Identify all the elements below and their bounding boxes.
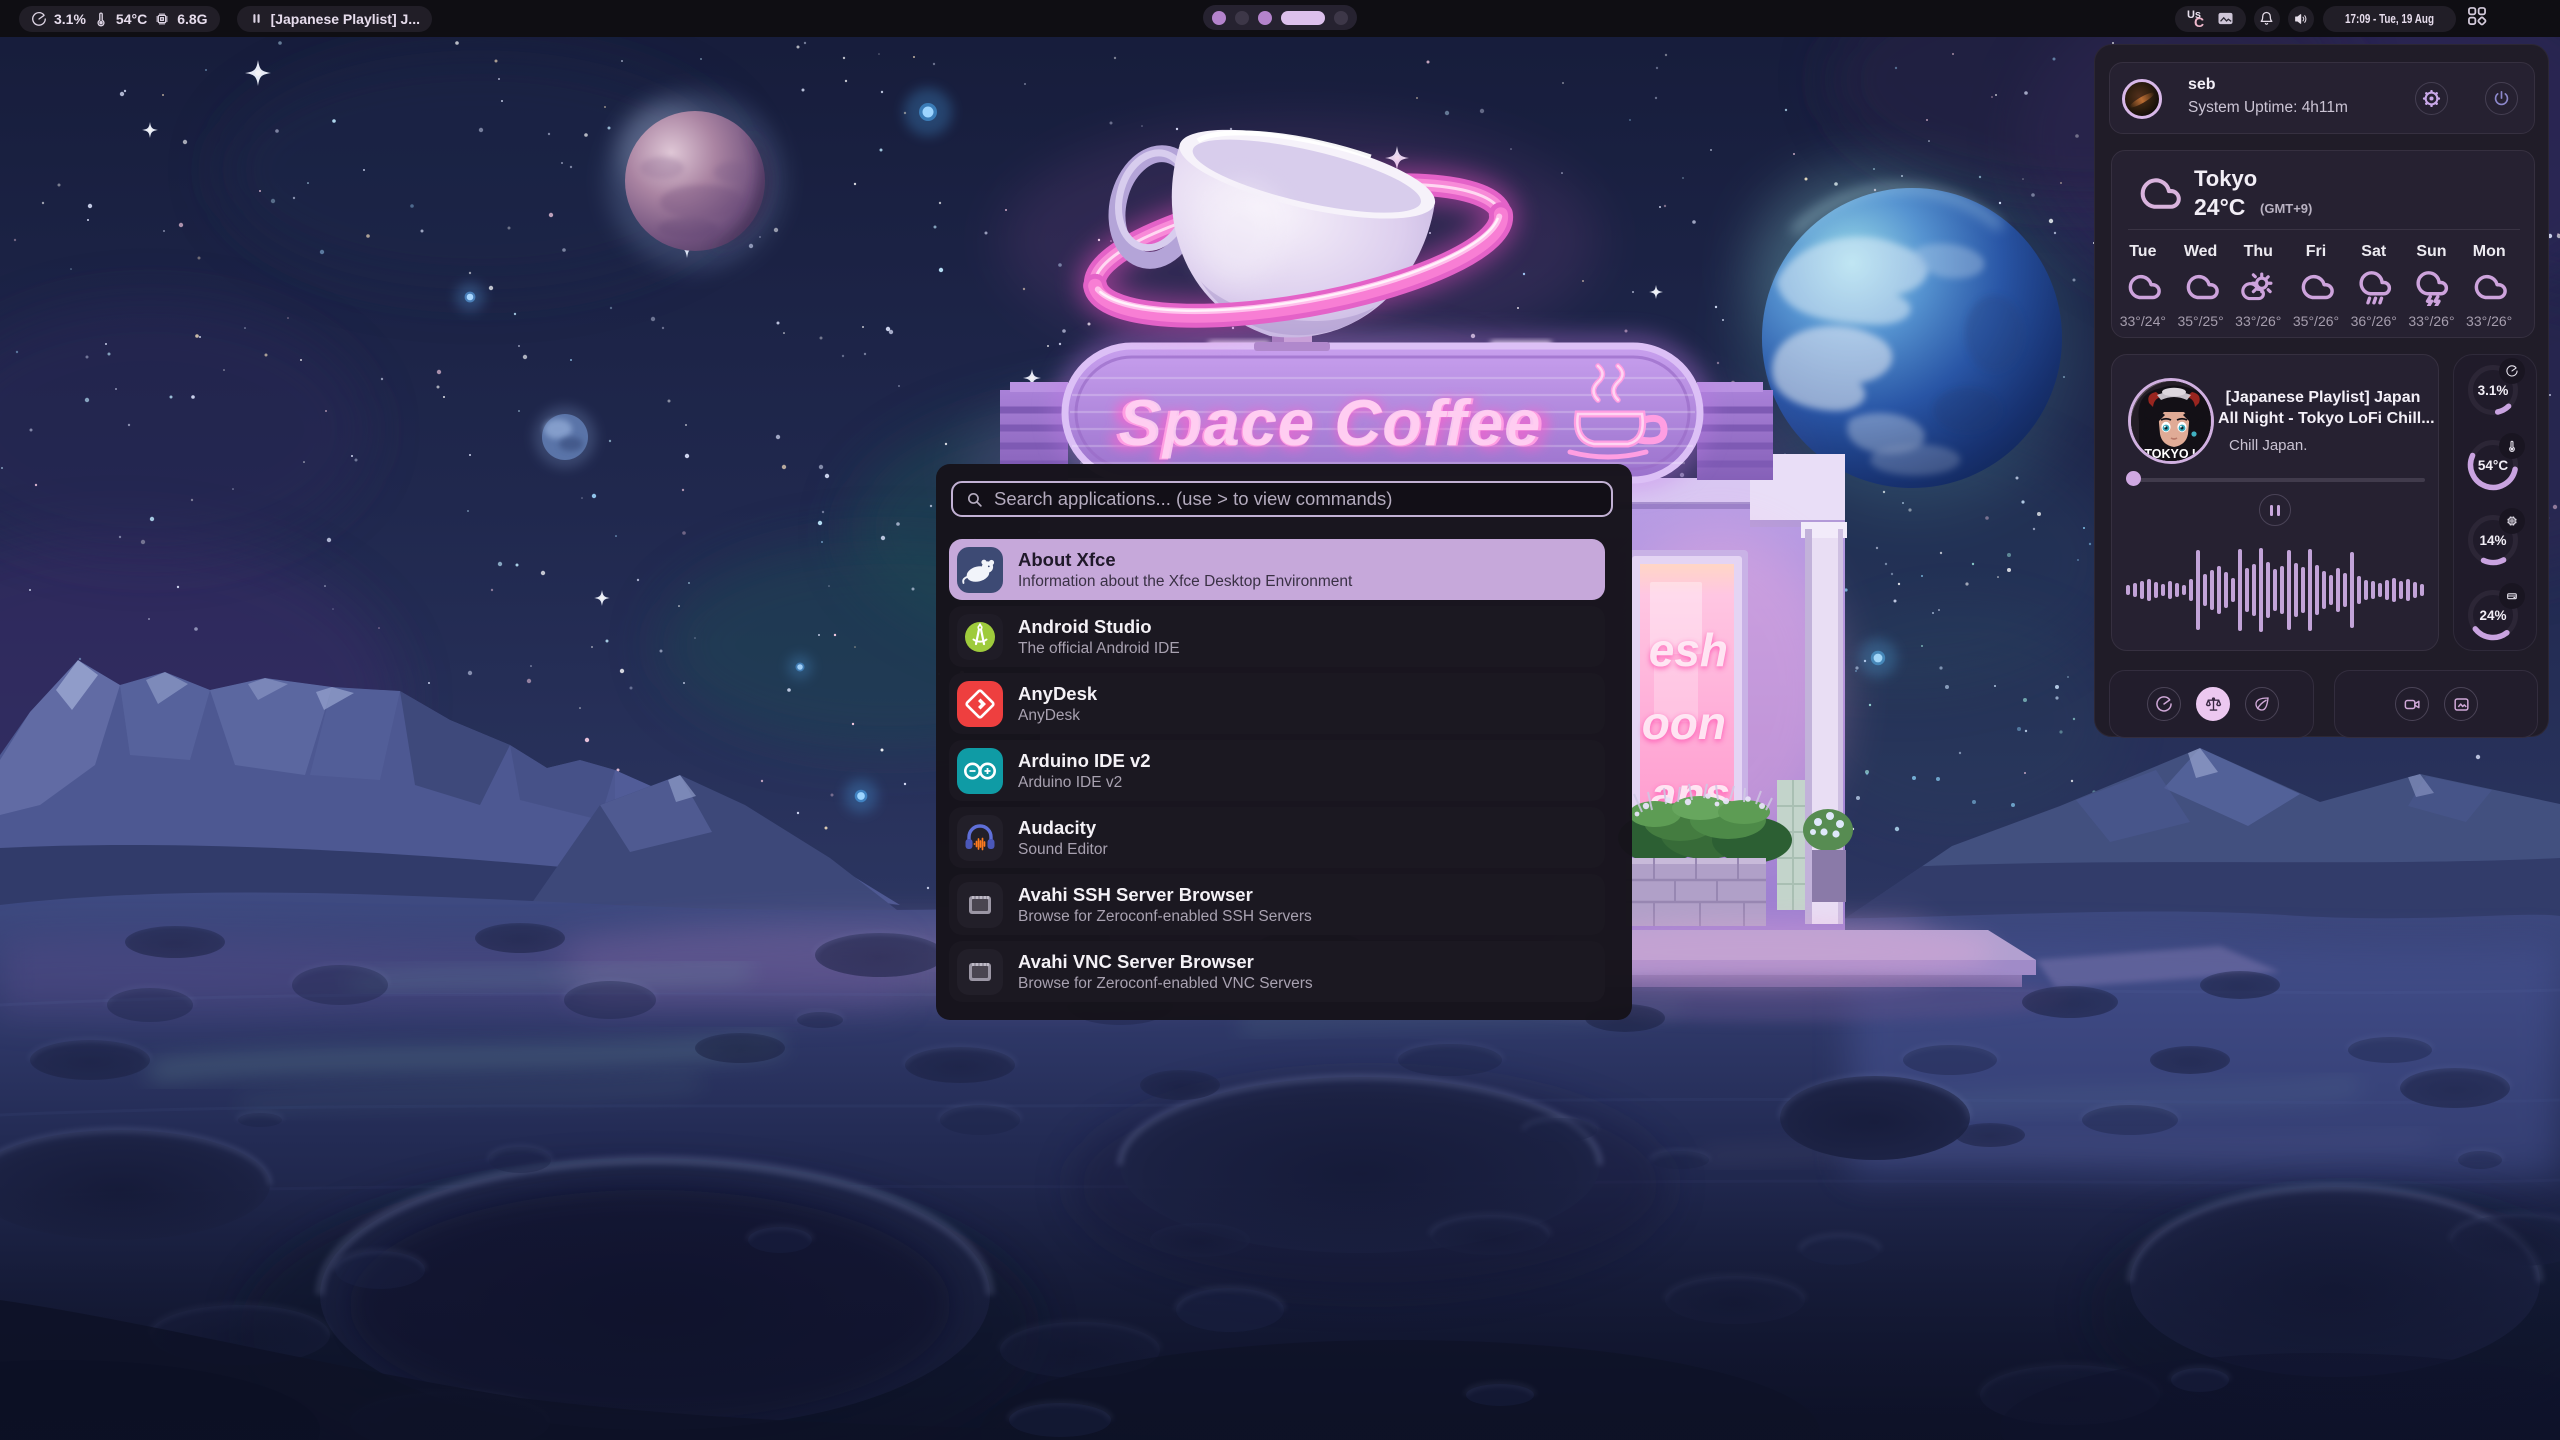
svg-text:oon: oon xyxy=(1642,697,1726,749)
svg-text:esh: esh xyxy=(1649,624,1728,676)
svg-text:Space Coffee: Space Coffee xyxy=(1119,386,1542,459)
